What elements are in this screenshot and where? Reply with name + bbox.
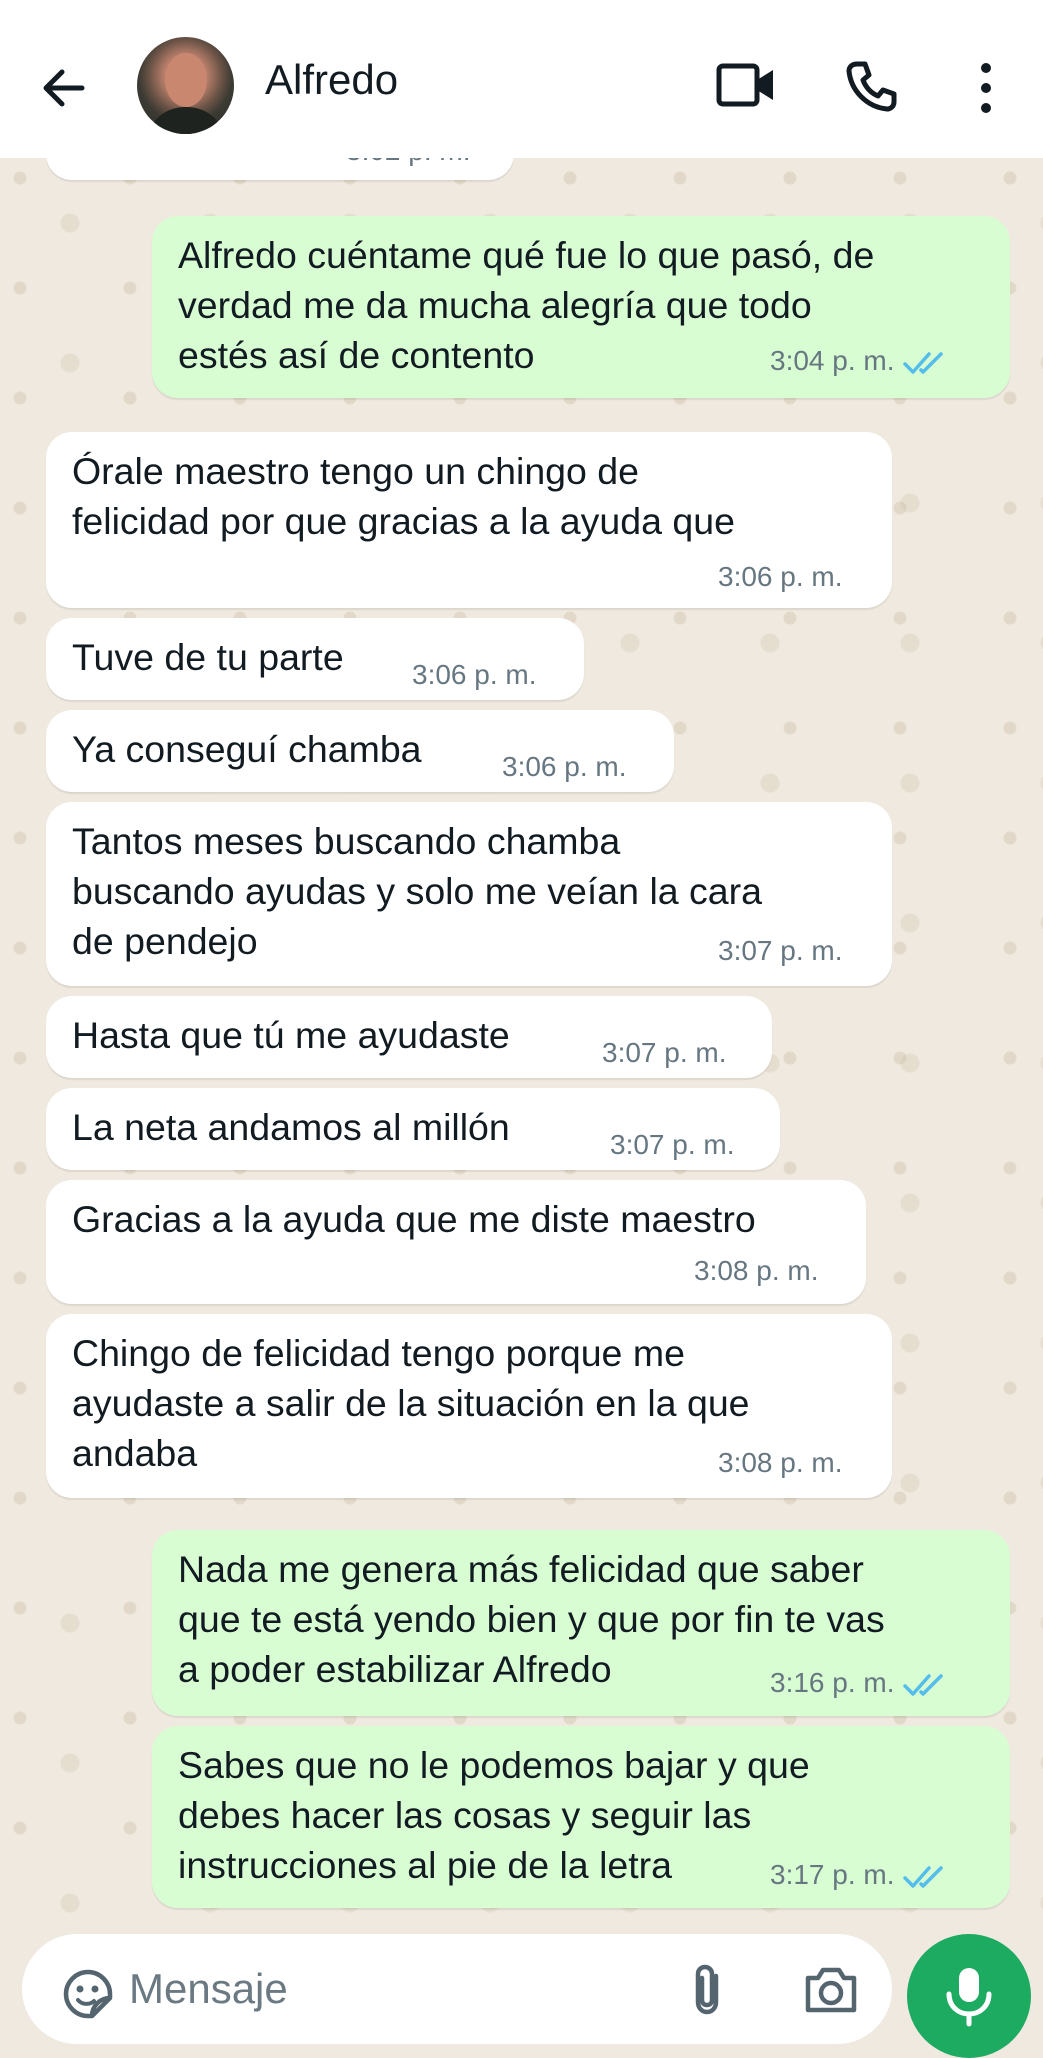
message-time: 3:06 p. m. [718, 561, 843, 592]
message-composer [22, 1934, 892, 2044]
message-text: Tantos meses buscando chamba buscando ay… [72, 820, 762, 962]
message-bubble-incoming[interactable]: Gracias a la ayuda que me diste maestro … [46, 1180, 866, 1304]
message-bubble-incoming[interactable]: La neta andamos al millón 3:07 p. m. [46, 1088, 780, 1170]
more-options-icon[interactable] [966, 60, 1006, 116]
voice-call-icon[interactable] [843, 58, 899, 114]
message-bubble-incoming[interactable]: Tantos meses buscando chamba buscando ay… [46, 802, 892, 986]
message-text: Ya conseguí chamba [72, 728, 422, 770]
message-time: 3:02 p. m. [346, 158, 471, 176]
message-bubble-outgoing[interactable]: Alfredo cuéntame qué fue lo que pasó, de… [152, 216, 1010, 398]
message-text: La neta andamos al millón [72, 1106, 510, 1148]
message-time: 3:16 p. m. [770, 1667, 895, 1698]
avatar[interactable] [137, 37, 234, 134]
chat-header: Alfredo [0, 0, 1043, 158]
message-time: 3:04 p. m. [770, 345, 895, 376]
camera-icon[interactable] [802, 1964, 860, 2016]
back-arrow-icon[interactable] [36, 60, 92, 116]
message-time: 3:17 p. m. [770, 1859, 895, 1890]
voice-message-button[interactable] [907, 1934, 1031, 2058]
message-bubble-incoming[interactable]: Hasta que tú me ayudaste 3:07 p. m. [46, 996, 772, 1078]
message-time: 3:08 p. m. [718, 1447, 843, 1478]
message-bubble-incoming[interactable]: Ya conseguí chamba 3:06 p. m. [46, 710, 674, 792]
message-time: 3:08 p. m. [694, 1255, 819, 1286]
double-check-read-icon [902, 1865, 943, 1888]
double-check-read-icon [902, 1673, 943, 1696]
message-text: Gracias a la ayuda que me diste maestro [72, 1198, 756, 1240]
double-check-read-icon [902, 351, 943, 374]
message-time: 3:06 p. m. [412, 659, 537, 690]
sticker-icon[interactable] [62, 1968, 114, 2020]
message-text: Hasta que tú me ayudaste [72, 1014, 510, 1056]
message-text: Chingo de felicidad tengo porque me ayud… [72, 1332, 750, 1474]
message-text: Sabes que no le podemos bajar y que debe… [178, 1744, 810, 1886]
message-time: 3:07 p. m. [602, 1037, 727, 1068]
chat-area[interactable]: 3:02 p. m. Alfredo cuéntame qué fue lo q… [0, 158, 1043, 1928]
message-input[interactable] [127, 1958, 551, 2020]
message-bubble-incoming[interactable]: Tuve de tu parte 3:06 p. m. [46, 618, 584, 700]
message-time: 3:07 p. m. [718, 935, 843, 966]
video-call-icon[interactable] [716, 60, 776, 110]
message-bubble-outgoing[interactable]: Sabes que no le podemos bajar y que debe… [152, 1726, 1010, 1908]
message-bubble-incoming[interactable]: Órale maestro tengo un chingo de felicid… [46, 432, 892, 608]
contact-name[interactable]: Alfredo [265, 56, 398, 104]
message-bubble-partial: 3:02 p. m. [46, 158, 514, 180]
message-bubble-incoming[interactable]: Chingo de felicidad tengo porque me ayud… [46, 1314, 892, 1498]
message-bubble-outgoing[interactable]: Nada me genera más felicidad que saber q… [152, 1530, 1010, 1716]
mic-icon [946, 1968, 992, 2027]
message-text: Órale maestro tengo un chingo de felicid… [72, 450, 735, 542]
message-time: 3:06 p. m. [502, 751, 627, 782]
attach-icon[interactable] [682, 1962, 732, 2018]
message-text: Tuve de tu parte [72, 636, 344, 678]
message-time: 3:07 p. m. [610, 1129, 735, 1160]
